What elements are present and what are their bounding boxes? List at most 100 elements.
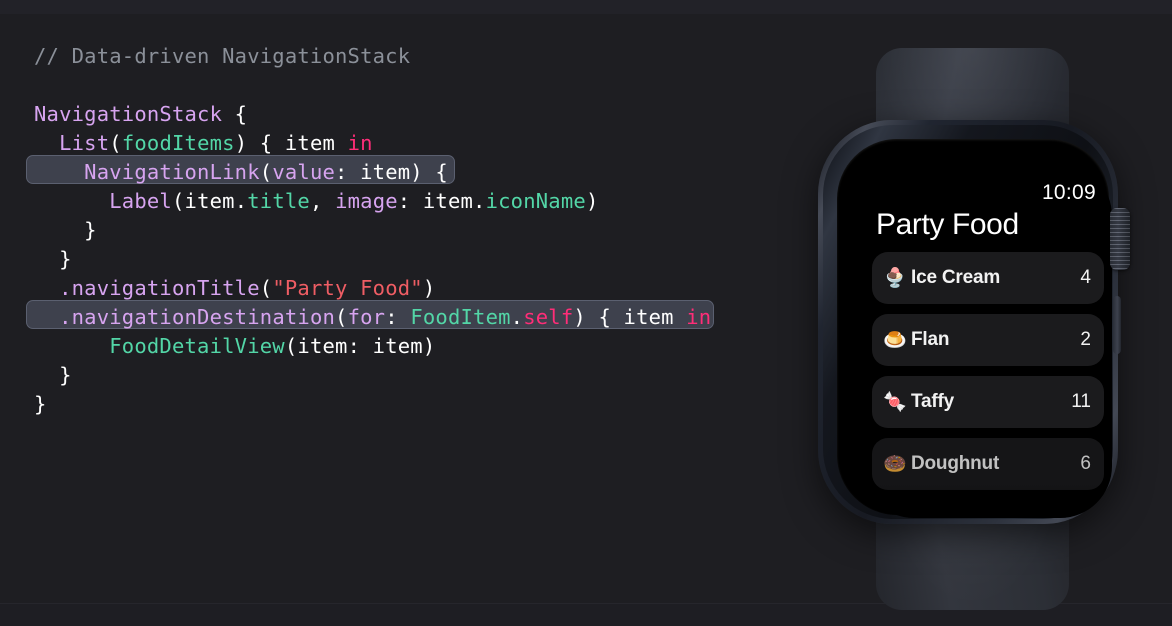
digital-crown[interactable]: [1110, 208, 1130, 270]
code-token-plain: item: [372, 334, 423, 358]
navigation-title: Party Food: [876, 208, 1019, 241]
code-token-punct: (: [335, 305, 348, 329]
code-panel: // Data-driven NavigationStack Navigatio…: [0, 0, 800, 626]
code-token-punct: ) {: [410, 160, 448, 184]
code-token-key: in: [686, 305, 712, 329]
ice-cream-icon: 🍨: [883, 267, 907, 289]
code-token-type: List: [59, 131, 110, 155]
code-token-plain: item: [360, 160, 411, 184]
code-token-punct: :: [397, 189, 423, 213]
code-token-plain: item: [297, 334, 348, 358]
code-token-type: image: [335, 189, 398, 213]
code-token-type: Label: [109, 189, 172, 213]
swift-code-block[interactable]: // Data-driven NavigationStack Navigatio…: [26, 42, 714, 419]
code-token-type: NavigationStack: [34, 102, 223, 126]
code-token-punct: (: [171, 189, 185, 213]
code-token-punct: .: [234, 189, 248, 213]
food-list-item[interactable]: 🍬 Taffy 11: [872, 376, 1104, 428]
food-item-list[interactable]: 🍨 Ice Cream 4 🍮 Flan 2 🍬 Taffy 11 🍩 Doughnut 6: [872, 252, 1104, 500]
food-item-title: Ice Cream: [911, 267, 1001, 288]
code-line-label: Label(item.title, image: item.iconName): [34, 187, 711, 216]
code-token-punct: :: [385, 305, 411, 329]
watch-screen[interactable]: 10:09 Party Food 🍨 Ice Cream 4 🍮 Flan 2 🍬 Taffy…: [862, 164, 1112, 518]
status-bar-time: 10:09: [1041, 181, 1096, 204]
code-token-punct: (: [259, 276, 273, 300]
code-token-punct: (: [109, 131, 122, 155]
code-line-close-destination: }: [34, 361, 711, 390]
code-token-punct: }: [34, 247, 72, 271]
code-token-punct: ) {: [573, 305, 624, 329]
code-token-plain: item: [184, 189, 235, 213]
food-list-item[interactable]: 🍩 Doughnut 6: [872, 438, 1104, 490]
flan-icon: 🍮: [883, 329, 907, 351]
food-item-title: Flan: [911, 329, 950, 350]
digital-crown-ridges: [1110, 208, 1130, 270]
code-token-ident: FoodDetailView: [109, 334, 285, 358]
code-token-punct: }: [34, 363, 72, 387]
code-token-punct: {: [222, 102, 248, 126]
code-token-ident: title: [247, 189, 310, 213]
code-token-ident: FoodItem: [410, 305, 511, 329]
code-token-punct: .: [510, 305, 524, 329]
food-item-count: 6: [1080, 453, 1091, 474]
food-item-count: 11: [1071, 391, 1091, 412]
code-token-method: .: [59, 276, 72, 300]
code-token-key: self: [523, 305, 574, 329]
code-line-comment: // Data-driven NavigationStack: [34, 42, 711, 71]
code-token-punct: :: [335, 160, 361, 184]
code-token-punct: }: [34, 218, 97, 242]
code-line-close-link: }: [34, 216, 711, 245]
code-line-navigationdestination: .navigationDestination(for: FoodItem.sel…: [34, 303, 711, 332]
code-token-plain: item: [284, 131, 336, 155]
code-token-method: navigationTitle: [71, 276, 260, 300]
code-token-punct: (: [259, 160, 273, 184]
code-line-close-list: }: [34, 245, 711, 274]
food-item-count: 2: [1080, 329, 1091, 350]
code-token-punct: :: [347, 334, 373, 358]
screenshot-root: // Data-driven NavigationStack Navigatio…: [0, 0, 1172, 626]
food-list-item[interactable]: 🍮 Flan 2: [872, 314, 1104, 366]
side-button[interactable]: [1113, 296, 1121, 354]
candy-icon: 🍬: [883, 391, 907, 413]
code-line-close-stack: }: [34, 390, 711, 419]
food-item-title: Taffy: [911, 391, 954, 412]
code-token-punct: }: [34, 392, 47, 416]
code-token-type: value: [272, 160, 336, 184]
code-line-navigationlink: NavigationLink(value: item) {: [34, 158, 711, 187]
code-line-navigationtitle: .navigationTitle("Party Food"): [34, 274, 711, 303]
code-token-comment: // Data-driven NavigationStack: [34, 44, 411, 68]
code-token-type: NavigationLink: [84, 160, 260, 184]
code-token-method: .: [59, 305, 72, 329]
code-token-method: navigationDestination: [71, 305, 336, 329]
code-token-string: "Party Food": [272, 276, 423, 300]
code-token-punct: (: [284, 334, 298, 358]
watch-case-inner: 10:09 Party Food 🍨 Ice Cream 4 🍮 Flan 2 🍬 Taffy…: [823, 125, 1113, 519]
code-token-key: in: [347, 131, 373, 155]
code-token-ident: iconName: [485, 189, 586, 213]
code-token-punct: ,: [309, 189, 336, 213]
apple-watch-mockup: 10:09 Party Food 🍨 Ice Cream 4 🍮 Flan 2 🍬 Taffy…: [818, 48, 1138, 610]
code-token-punct: .: [473, 189, 486, 213]
code-line-list-open: List(foodItems) { item in: [34, 129, 711, 158]
watch-bezel: 10:09 Party Food 🍨 Ice Cream 4 🍮 Flan 2 🍬 Taffy…: [837, 139, 1112, 518]
watch-case: 10:09 Party Food 🍨 Ice Cream 4 🍮 Flan 2 🍬 Taffy…: [818, 120, 1118, 524]
code-token-type: for: [347, 305, 386, 329]
food-list-item[interactable]: 🍨 Ice Cream 4: [872, 252, 1104, 304]
code-line-blank-1: [34, 71, 711, 100]
code-token-punct: ) {: [234, 131, 285, 155]
code-token-ident: foodItems: [121, 131, 235, 155]
code-token-plain: item: [623, 305, 674, 329]
code-token-punct: ): [422, 276, 436, 300]
food-item-count: 4: [1080, 267, 1091, 288]
code-line-navigationstack-open: NavigationStack {: [34, 100, 711, 129]
food-item-title: Doughnut: [911, 453, 1000, 474]
code-token-punct: ): [422, 334, 436, 358]
